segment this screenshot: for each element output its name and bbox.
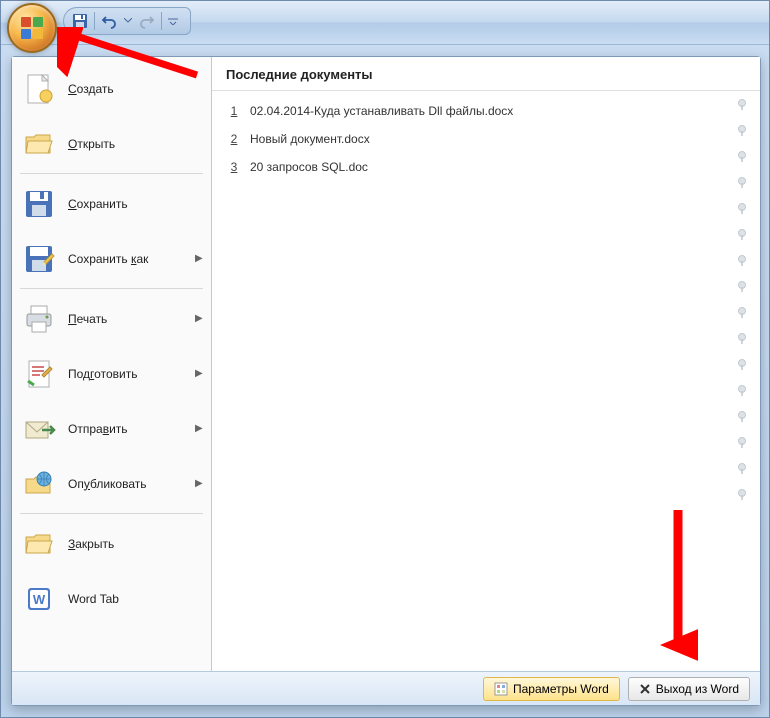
recent-docs-list: 1 02.04.2014-Куда устанавливать Dll файл… — [212, 91, 760, 187]
menu-item-save-as[interactable]: Сохранить как ▶ — [12, 231, 211, 286]
pin-icon[interactable] — [734, 305, 750, 321]
menu-item-save[interactable]: Сохранить — [12, 176, 211, 231]
undo-icon — [101, 13, 117, 29]
pin-icon[interactable] — [734, 149, 750, 165]
chevron-right-icon: ▶ — [195, 253, 203, 264]
pin-icon[interactable] — [734, 409, 750, 425]
menu-item-label: Word Tab — [68, 592, 203, 606]
pin-icon[interactable] — [734, 435, 750, 451]
pin-icon[interactable] — [734, 175, 750, 191]
menu-item-word-tab[interactable]: W Word Tab — [12, 571, 211, 626]
menu-item-label: Печать — [68, 312, 195, 326]
office-logo-icon — [19, 15, 45, 41]
qat-separator — [161, 12, 162, 30]
pin-icon[interactable] — [734, 461, 750, 477]
recent-doc-item[interactable]: 2 Новый документ.docx — [222, 125, 750, 153]
pin-icon[interactable] — [734, 201, 750, 217]
button-label: Выход из Word — [656, 682, 739, 696]
recent-docs-header: Последние документы — [212, 57, 760, 91]
open-folder-icon — [22, 127, 56, 161]
prepare-icon — [22, 357, 56, 391]
options-icon — [494, 682, 508, 696]
menu-item-send[interactable]: Отправить ▶ — [12, 401, 211, 456]
recent-doc-number: 1 — [226, 104, 242, 118]
word-tab-icon: W — [22, 582, 56, 616]
pin-icon[interactable] — [734, 123, 750, 139]
pin-column — [734, 97, 752, 503]
close-folder-icon — [22, 527, 56, 561]
app-window: Создать Открыть Сохранить — [0, 0, 770, 718]
menu-separator — [20, 173, 203, 174]
pin-icon[interactable] — [734, 383, 750, 399]
chevron-right-icon: ▶ — [195, 423, 203, 434]
chevron-right-icon: ▶ — [195, 313, 203, 324]
qat-customize-dropdown[interactable] — [164, 10, 182, 32]
titlebar — [1, 1, 769, 45]
menu-item-open[interactable]: Открыть — [12, 116, 211, 171]
menu-item-label: Отправить — [68, 422, 195, 436]
qat-separator — [94, 12, 95, 30]
menu-item-close[interactable]: Закрыть — [12, 516, 211, 571]
menu-footer: Параметры Word Выход из Word — [12, 671, 760, 705]
menu-item-label: Опубликовать — [68, 477, 195, 491]
recent-doc-name: 02.04.2014-Куда устанавливать Dll файлы.… — [250, 104, 746, 118]
pin-icon[interactable] — [734, 279, 750, 295]
redo-icon — [139, 13, 155, 29]
recent-doc-number: 3 — [226, 160, 242, 174]
qat-redo-button[interactable] — [135, 10, 159, 32]
chevron-down-icon — [124, 18, 132, 24]
new-doc-icon — [22, 72, 56, 106]
recent-doc-name: 20 запросов SQL.doc — [250, 160, 746, 174]
menu-item-label: Закрыть — [68, 537, 203, 551]
menu-item-label: Сохранить — [68, 197, 203, 211]
menu-item-label: Открыть — [68, 137, 203, 151]
qat-undo-dropdown[interactable] — [121, 10, 135, 32]
menu-left-pane: Создать Открыть Сохранить — [12, 57, 212, 671]
menu-body: Создать Открыть Сохранить — [12, 57, 760, 671]
menu-item-prepare[interactable]: Подготовить ▶ — [12, 346, 211, 401]
chevron-right-icon: ▶ — [195, 368, 203, 379]
menu-item-label: Создать — [68, 82, 203, 96]
word-options-button[interactable]: Параметры Word — [483, 677, 620, 701]
qat-undo-button[interactable] — [97, 10, 121, 32]
save-disk-icon — [22, 187, 56, 221]
menu-item-new[interactable]: Создать — [12, 61, 211, 116]
pin-icon[interactable] — [734, 487, 750, 503]
publish-icon — [22, 467, 56, 501]
exit-word-button[interactable]: Выход из Word — [628, 677, 750, 701]
recent-doc-name: Новый документ.docx — [250, 132, 746, 146]
menu-item-label: Подготовить — [68, 367, 195, 381]
chevron-right-icon: ▶ — [195, 478, 203, 489]
menu-item-publish[interactable]: Опубликовать ▶ — [12, 456, 211, 511]
pin-icon[interactable] — [734, 97, 750, 113]
pin-icon[interactable] — [734, 331, 750, 347]
close-x-icon — [639, 683, 651, 695]
pin-icon[interactable] — [734, 227, 750, 243]
button-label: Параметры Word — [513, 682, 609, 696]
office-button[interactable] — [7, 3, 57, 53]
chevron-down-icon — [168, 17, 178, 25]
save-icon — [72, 13, 88, 29]
menu-separator — [20, 288, 203, 289]
send-icon — [22, 412, 56, 446]
pin-icon[interactable] — [734, 253, 750, 269]
menu-item-print[interactable]: Печать ▶ — [12, 291, 211, 346]
pin-icon[interactable] — [734, 357, 750, 373]
annotation-arrow-options — [658, 505, 698, 665]
menu-separator — [20, 513, 203, 514]
recent-doc-item[interactable]: 1 02.04.2014-Куда устанавливать Dll файл… — [222, 97, 750, 125]
save-as-icon — [22, 242, 56, 276]
menu-item-label: Сохранить как — [68, 252, 195, 266]
qat-save-button[interactable] — [68, 10, 92, 32]
recent-doc-number: 2 — [226, 132, 242, 146]
recent-doc-item[interactable]: 3 20 запросов SQL.doc — [222, 153, 750, 181]
menu-right-pane: Последние документы 1 02.04.2014-Куда ус… — [212, 57, 760, 671]
quick-access-toolbar — [63, 7, 191, 35]
print-icon — [22, 302, 56, 336]
office-menu: Создать Открыть Сохранить — [11, 56, 761, 706]
svg-text:W: W — [33, 592, 46, 607]
